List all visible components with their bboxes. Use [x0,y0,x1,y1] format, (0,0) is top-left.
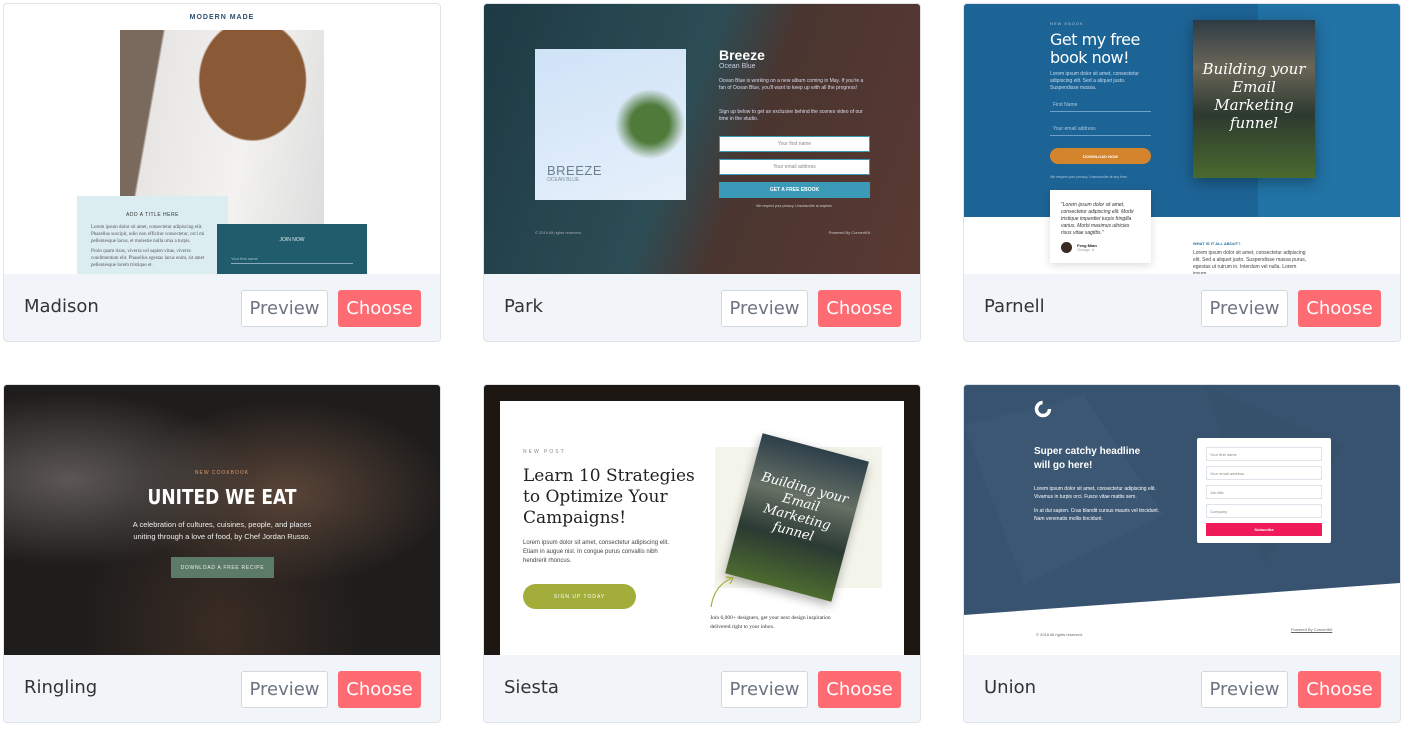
box-text-2: Proin quam risus, viverra vel sapien vit… [91,249,205,268]
first-name-input: Your first name [719,136,870,152]
caption: Join 6,000+ designers, get your next des… [710,615,831,630]
description: A celebration of cultures, cuisines, peo… [132,520,312,541]
template-name: Union [984,677,1037,698]
preview-button[interactable]: Preview [721,671,808,708]
powered-by: Powered By ConvertKit [828,230,870,235]
section-title: WHAT IS IT ALL ABOUT? [1193,241,1241,246]
join-title: JOIN NOW [279,237,305,243]
paragraph-2: Sign up below to get an exclusive behind… [719,109,863,122]
company-input: Company [1206,504,1322,518]
card-footer: Madison Preview Choose [4,274,440,341]
card-footer: Park Preview Choose [484,274,920,341]
email-input: Your email address [1050,126,1151,136]
sign-up-button: SIGN UP TODAY [523,584,636,609]
download-button: DOWNLOAD A FREE RECIPE [171,557,274,578]
intro-text: Lorem ipsum dolor sit amet, consectetur … [1050,71,1139,91]
choose-button[interactable]: Choose [1298,290,1381,327]
join-input: Your first name [231,256,353,264]
privacy-note: We respect your privacy. Unsubscribe at … [756,204,833,208]
template-card-parnell: NEW EBOOK Get my free book now! Lorem ip… [963,3,1401,342]
headline: Get my free book now! [1050,30,1140,67]
copyright: © 2019 All rights reserved [535,230,581,235]
title: Breeze [719,47,765,63]
template-name: Parnell [984,296,1045,317]
job-title-input: Job title [1206,485,1322,499]
template-thumbnail[interactable]: BREEZE OCEAN BLUE Breeze Ocean Blue Ocea… [484,4,920,274]
ebook-button: GET A FREE EBOOK [719,182,870,198]
template-thumbnail[interactable]: MODERN MADE ADD A TITLE HERE Lorem ipsum… [4,4,440,274]
card-footer: Parnell Preview Choose [964,274,1400,341]
email-input: Your email address [719,159,870,175]
template-card-park: BREEZE OCEAN BLUE Breeze Ocean Blue Ocea… [483,3,921,342]
template-card-siesta: NEW POST Learn 10 Strategies to Optimize… [483,384,921,723]
choose-button[interactable]: Choose [818,290,901,327]
powered-by: Powered By ConvertKit [1291,627,1333,632]
arrow-icon [710,576,734,608]
preview-button[interactable]: Preview [241,290,328,327]
paragraph-2: In at dui sapien. Cras blandit cursus ma… [1034,508,1160,522]
avatar [1061,242,1072,253]
template-thumbnail[interactable]: NEW POST Learn 10 Strategies to Optimize… [484,385,920,655]
choose-button[interactable]: Choose [1298,671,1381,708]
template-thumbnail[interactable]: Super catchy headline will go here! Lore… [964,385,1400,655]
card-footer: Siesta Preview Choose [484,655,920,722]
privacy-note: We respect your privacy. Unsubscribe at … [1050,175,1128,179]
book-cover: Building your Email Marketing funnel [1193,20,1315,178]
section-text: Lorem ipsum dolor sit amet, consectetur … [1193,250,1307,274]
template-card-union: Super catchy headline will go here! Lore… [963,384,1401,723]
first-name-input: First Name [1050,102,1151,112]
template-card-ringling: NEW COOKBOOK UNITED WE EAT A celebration… [3,384,441,723]
eyebrow: NEW COOKBOOK [194,470,250,476]
headline: Learn 10 Strategies to Optimize Your Cam… [523,466,695,528]
logo-icon [1034,400,1052,418]
card-footer: Ringling Preview Choose [4,655,440,722]
card-footer: Union Preview Choose [964,655,1400,722]
album-subtitle: OCEAN BLUE [547,177,580,183]
template-name: Park [504,296,543,317]
choose-button[interactable]: Choose [338,671,421,708]
author-location: Chicago, IL [1077,248,1095,252]
album-cover: BREEZE OCEAN BLUE [535,49,686,200]
download-button: DOWNLOAD NOW [1050,148,1151,164]
paragraph-1: Ocean Blue is working on a new album com… [719,78,864,91]
template-name: Madison [24,296,99,317]
testimonial-quote: "Lorem ipsum dolor sit amet, consectetur… [1061,202,1134,236]
preview-button[interactable]: Preview [1201,671,1288,708]
hero-background [964,385,1400,615]
preview-button[interactable]: Preview [1201,290,1288,327]
album-title: BREEZE [547,163,603,178]
choose-button[interactable]: Choose [338,290,421,327]
eyebrow: NEW POST [523,449,566,455]
template-card-madison: MODERN MADE ADD A TITLE HERE Lorem ipsum… [3,3,441,342]
subscribe-button: Subscribe [1206,523,1322,536]
eyebrow: NEW EBOOK [1050,21,1084,26]
email-input: Your email address [1206,466,1322,480]
brand: MODERN MADE [189,14,255,21]
headline: UNITED WE EAT [147,485,297,509]
choose-button[interactable]: Choose [818,671,901,708]
template-name: Ringling [24,677,98,698]
subtitle: Ocean Blue [719,63,756,70]
description: Lorem ipsum dolor sit amet, consectetur … [523,540,670,564]
headline: Super catchy headline will go here! [1034,446,1141,471]
template-thumbnail[interactable]: NEW COOKBOOK UNITED WE EAT A celebration… [4,385,440,655]
box-title: ADD A TITLE HERE [126,212,179,218]
preview-button[interactable]: Preview [721,290,808,327]
paragraph-1: Lorem ipsum dolor sit amet, consectetur … [1034,486,1156,500]
first-name-input: Your first name [1206,447,1322,461]
palm-tree-image [605,79,686,169]
template-thumbnail[interactable]: NEW EBOOK Get my free book now! Lorem ip… [964,4,1400,274]
template-name: Siesta [504,677,559,698]
box-text: Lorem ipsum dolor sit amet, consectetur … [91,225,205,244]
preview-button[interactable]: Preview [241,671,328,708]
copyright: © 2018 All rights reserved. [1036,632,1083,637]
